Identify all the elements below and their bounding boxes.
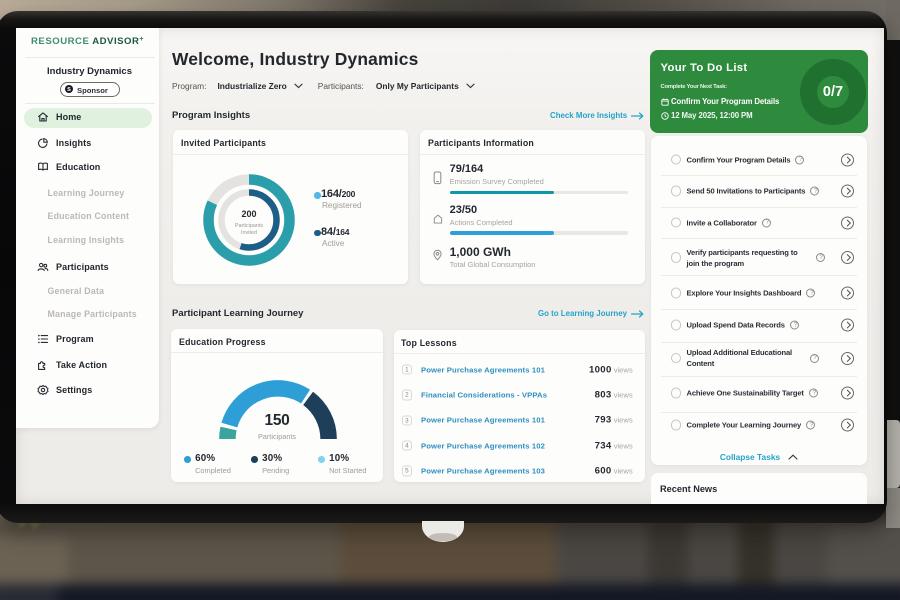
svg-text:Participants: Participants [235, 223, 263, 229]
svg-text:Invited: Invited [241, 230, 257, 236]
svg-text:200: 200 [241, 209, 256, 219]
